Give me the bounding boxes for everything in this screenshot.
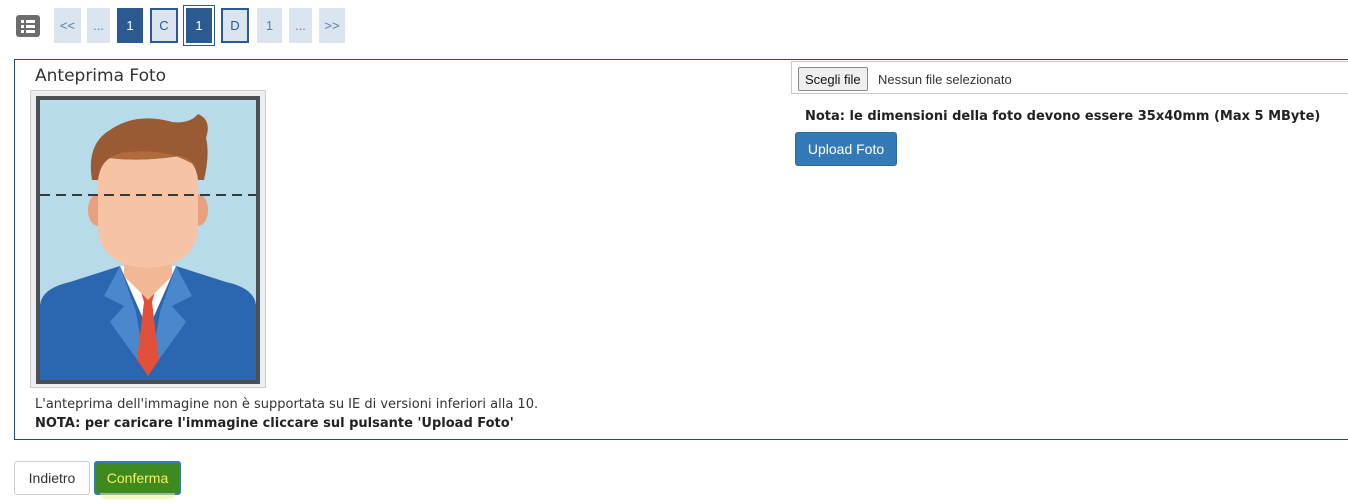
list-icon[interactable] — [16, 15, 40, 37]
steps-ellipsis-right[interactable]: ... — [289, 8, 312, 43]
step-1[interactable]: 1 — [117, 8, 143, 43]
last-step-button[interactable]: >> — [319, 8, 345, 43]
current-step-1[interactable]: 1 — [186, 8, 212, 43]
file-input-field[interactable] — [791, 61, 1348, 94]
confirm-button[interactable]: Conferma — [94, 461, 181, 499]
step-c[interactable]: C — [150, 8, 178, 43]
step-d[interactable]: D — [221, 8, 249, 43]
passport-photo-placeholder — [36, 96, 260, 384]
ie-support-note: L'anteprima dell'immagine non è supporta… — [35, 397, 539, 412]
upload-instructions-note: NOTA: per caricare l'immagine cliccare s… — [35, 416, 514, 431]
first-step-button[interactable]: << — [54, 8, 81, 43]
file-status-text: Nessun file selezionato — [878, 72, 1012, 87]
upload-photo-button[interactable]: Upload Foto — [795, 132, 897, 166]
back-button[interactable]: Indietro — [14, 461, 90, 495]
step-1-next[interactable]: 1 — [257, 8, 282, 43]
choose-file-button[interactable]: Scegli file — [798, 67, 868, 91]
preview-title: Anteprima Foto — [35, 66, 167, 86]
photo-size-note: Nota: le dimensioni della foto devono es… — [805, 109, 1321, 124]
steps-ellipsis-left[interactable]: ... — [87, 8, 110, 43]
